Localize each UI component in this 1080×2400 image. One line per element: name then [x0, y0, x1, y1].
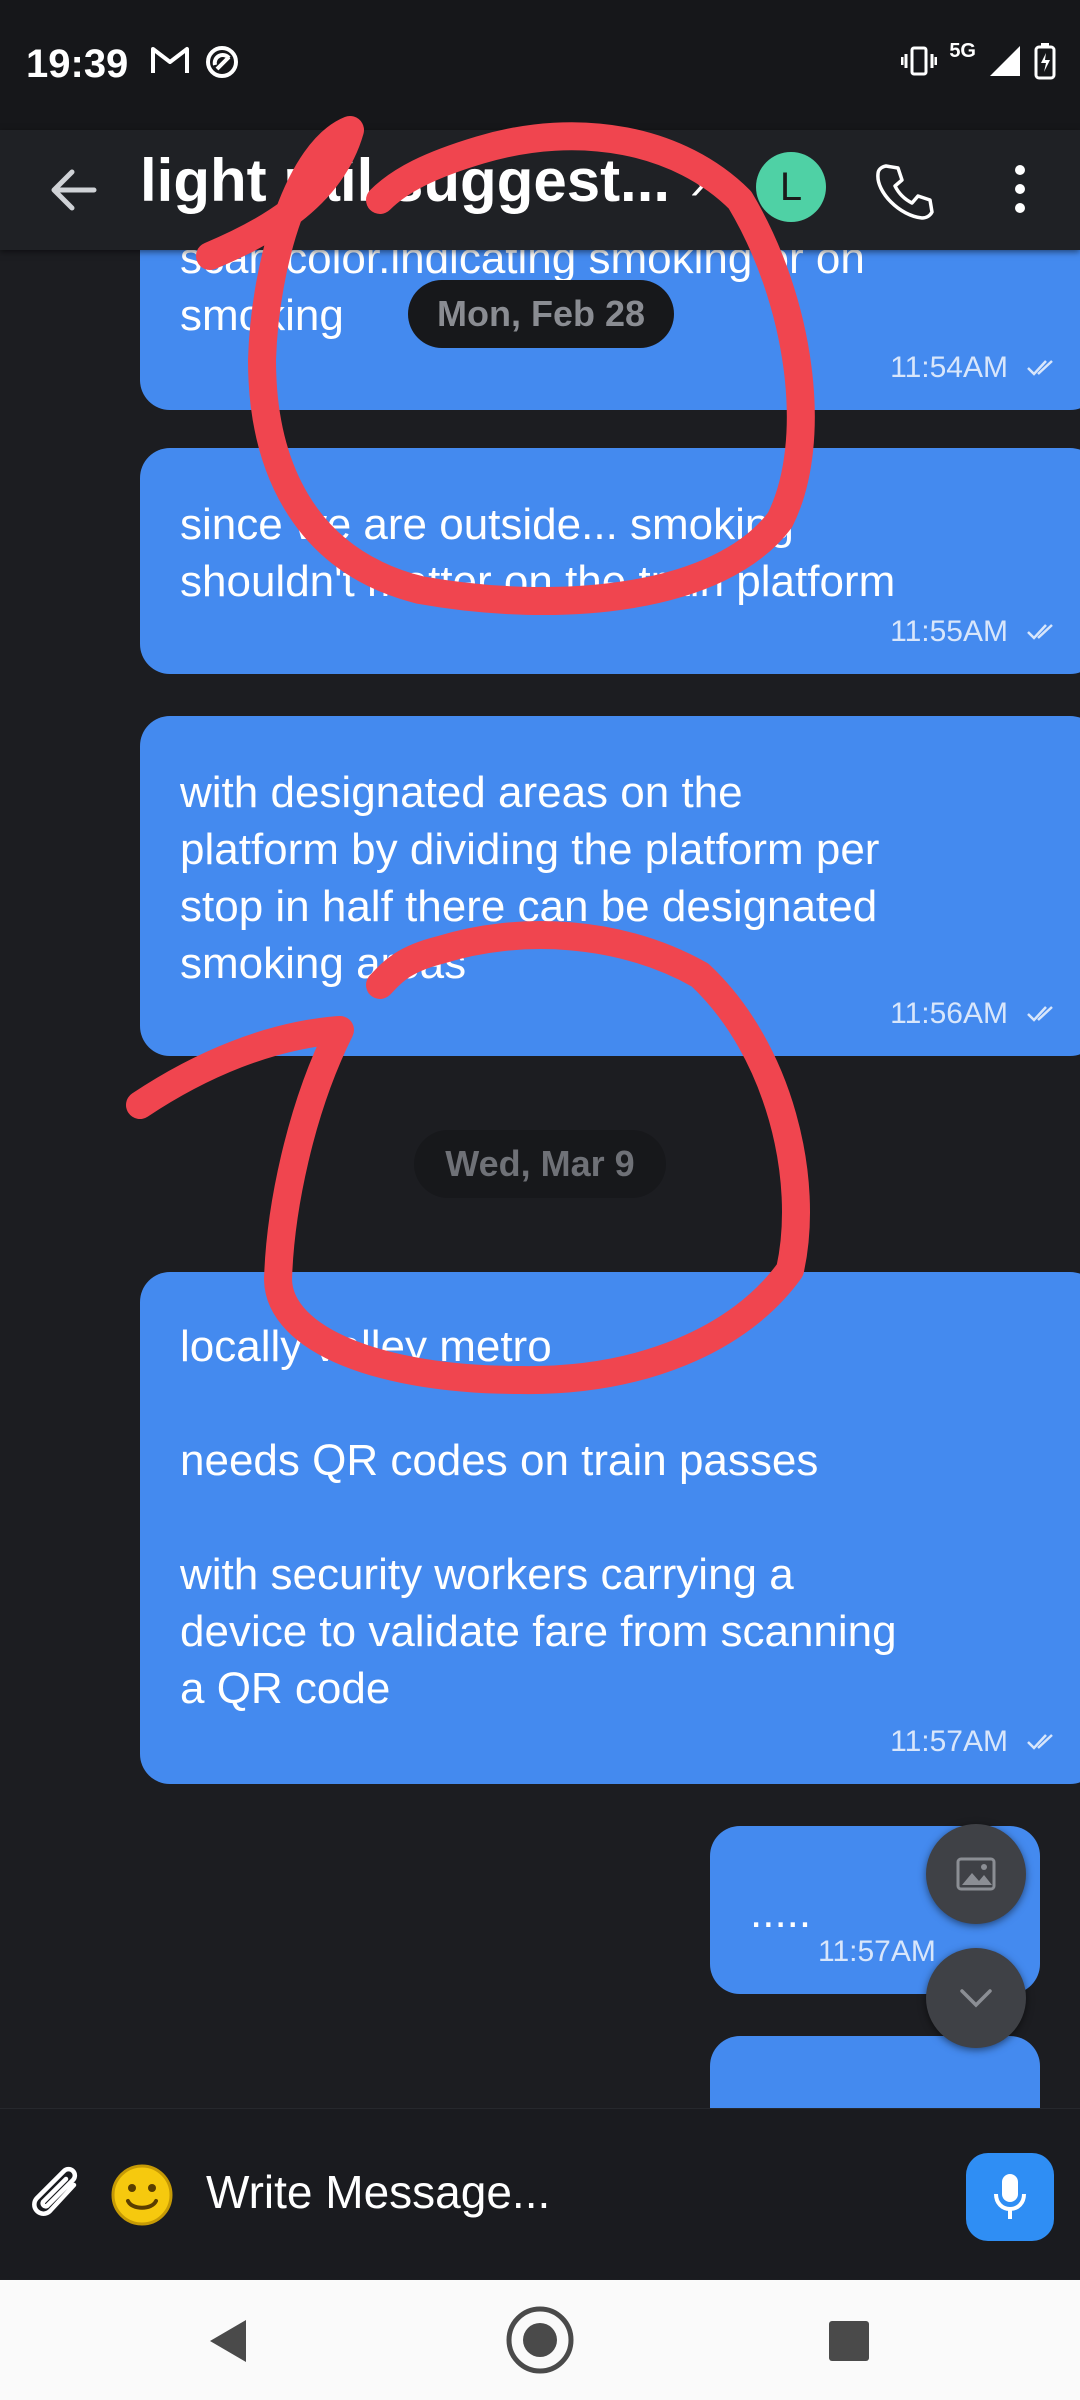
double-check-icon — [1027, 1733, 1053, 1750]
double-check-icon — [1027, 1005, 1053, 1022]
message-text: with designated areas on the platform by… — [180, 768, 880, 988]
message-time-row: 11:57AM — [818, 1923, 936, 1980]
nav-back-icon[interactable] — [206, 2316, 250, 2366]
message-bubble[interactable]: since we are outside... smoking shouldn'… — [140, 448, 1080, 674]
phone-icon[interactable] — [868, 154, 938, 224]
message-time: 11:55AM — [890, 615, 1008, 648]
app-bar: light rail suggest... › L — [0, 130, 1080, 250]
system-nav-bar — [0, 2280, 1080, 2400]
network-type: 5G — [949, 39, 976, 62]
message-time: 11:57AM — [890, 1725, 1008, 1758]
chat-title[interactable]: light rail suggest... — [140, 146, 670, 215]
paperclip-icon[interactable] — [30, 2165, 90, 2229]
message-time-row: 11:55AM — [890, 603, 1060, 660]
message-bubble[interactable]: locally valley metro needs QR codes on t… — [140, 1272, 1080, 1784]
status-time: 19:39 — [26, 42, 129, 86]
message-time: 11:56AM — [890, 997, 1008, 1030]
message-text: locally valley metro needs QR codes on t… — [180, 1322, 897, 1713]
compose-bar: Write Message... — [0, 2108, 1080, 2279]
message-time-row: 11:57AM — [890, 1713, 1060, 1770]
sync-icon — [206, 46, 238, 78]
more-vert-icon[interactable] — [998, 154, 1042, 224]
message-bubble[interactable] — [710, 2036, 1040, 2116]
mic-button[interactable] — [966, 2153, 1054, 2241]
vibrate-icon — [901, 46, 938, 76]
message-text: ..... — [750, 1888, 812, 1937]
double-check-icon — [1027, 359, 1053, 376]
nav-home-icon[interactable] — [504, 2304, 576, 2376]
back-arrow-icon[interactable] — [42, 158, 106, 222]
message-time-row: 11:56AM — [890, 985, 1060, 1042]
date-separator: Wed, Mar 9 — [414, 1130, 666, 1198]
image-icon — [956, 1857, 996, 1891]
gmail-icon — [151, 47, 189, 73]
message-text: since we are outside... smoking shouldn'… — [180, 500, 896, 606]
double-check-icon — [1027, 623, 1053, 640]
chevron-right-icon[interactable]: › — [690, 156, 706, 211]
status-bar: 19:39 5G — [0, 0, 1080, 130]
microphone-icon — [994, 2174, 1026, 2219]
message-time: 11:54AM — [890, 351, 1008, 384]
battery-icon — [1034, 43, 1056, 80]
avatar[interactable]: L — [756, 152, 826, 222]
media-gallery-button[interactable] — [926, 1824, 1026, 1924]
emoji-icon[interactable] — [110, 2163, 174, 2227]
message-input[interactable]: Write Message... — [206, 2165, 550, 2219]
scroll-down-button[interactable] — [926, 1948, 1026, 2048]
message-bubble[interactable]: with designated areas on the platform by… — [140, 716, 1080, 1056]
message-time-row: 11:54AM — [890, 339, 1060, 396]
chevron-down-icon — [960, 1989, 992, 2008]
date-separator: Mon, Feb 28 — [408, 280, 674, 348]
nav-recents-icon[interactable] — [828, 2320, 870, 2362]
signal-icon — [990, 46, 1020, 76]
message-time: 11:57AM — [818, 1935, 936, 1968]
